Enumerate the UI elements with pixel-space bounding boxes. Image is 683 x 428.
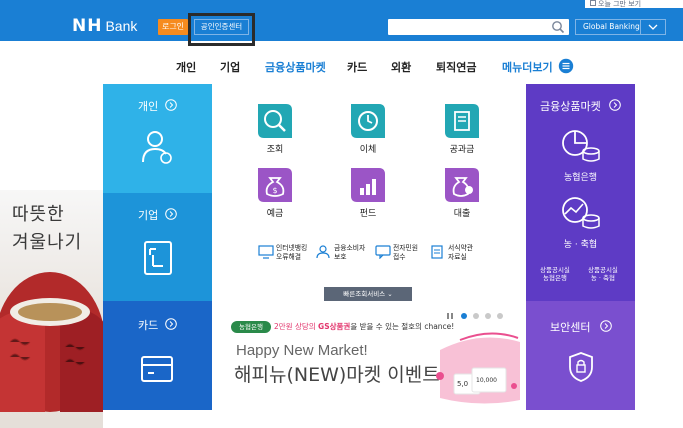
consumer-protection[interactable]: 금융소비자 보호: [334, 244, 365, 262]
promo-line-2: 겨울나기: [12, 232, 83, 253]
nh-bank-badge: 농협은행: [231, 321, 271, 333]
disclosure-line: 농협은행: [542, 274, 567, 282]
logo-bank-text: Bank: [105, 18, 138, 34]
personal-tile-title: 개인: [138, 100, 159, 113]
security-title: 보안센터: [550, 321, 591, 334]
security-center-tile[interactable]: 보안센터: [526, 301, 635, 410]
person-icon: [142, 131, 172, 164]
nav-pension[interactable]: 퇴직연금: [436, 59, 476, 75]
nav-personal[interactable]: 개인: [176, 59, 196, 75]
banner-prefix: 2만원 상당의: [274, 322, 319, 331]
nav-more-menu[interactable]: 메뉴더보기: [502, 59, 553, 75]
disclosure-line: 농 · 축협: [590, 274, 616, 282]
certificate-center-button[interactable]: 공인인증센터: [194, 19, 249, 35]
banner-title-en: Happy New Market!: [236, 342, 368, 359]
fin-market-title: 금융상품마켓: [540, 100, 601, 113]
coffee-cup-illustration: [0, 272, 103, 412]
search-input[interactable]: [388, 19, 569, 35]
quick-inquiry-toggle[interactable]: 빠른조회서비스 ⌄: [324, 287, 412, 301]
disclosure-line: 상품공시실: [588, 266, 618, 274]
corporate-tile-title: 기업: [138, 209, 159, 222]
nonghyup-market-link[interactable]: 농 · 축협: [526, 237, 635, 250]
product-deposit-label[interactable]: 예금: [245, 206, 305, 219]
building-icon: [144, 241, 172, 275]
hamburger-menu-icon[interactable]: [558, 58, 574, 74]
civil-complaint[interactable]: 전자민원 접수: [393, 244, 418, 262]
promo-line-1: 따뜻한: [12, 204, 65, 225]
chevron-down-icon: ⌄: [387, 290, 393, 298]
landscape-coins-icon: [562, 197, 600, 229]
nh-bank-logo[interactable]: NH Bank: [72, 16, 137, 36]
slide-dot[interactable]: [485, 313, 491, 319]
slide-dot[interactable]: [473, 313, 479, 319]
magnifier-icon[interactable]: [256, 102, 294, 140]
disclosure-nh-bank[interactable]: 상품공시실 농협은행: [540, 266, 570, 282]
nav-card[interactable]: 카드: [347, 59, 367, 75]
coin-bag-icon[interactable]: [443, 166, 481, 204]
select-divider: [640, 20, 641, 34]
nh-bank-market-link[interactable]: 농협은행: [526, 170, 635, 183]
card-tile-title: 카드: [138, 319, 159, 332]
logo-nh-text: NH: [72, 16, 103, 36]
sub-item-line: 접수: [393, 253, 406, 261]
sub-item-line: 서식약관: [448, 244, 474, 252]
login-button[interactable]: 로그인: [158, 19, 188, 35]
voucher-small-value: 5,0: [457, 380, 468, 388]
sub-item-line: 오류해결: [276, 253, 302, 261]
users-icon: [316, 245, 330, 259]
banner-highlight: GS상품권: [318, 322, 351, 331]
shield-lock-icon: [569, 352, 593, 382]
internet-banking-help[interactable]: 인터넷뱅킹 오류해결: [276, 244, 307, 262]
arrow-circle-icon: [165, 208, 177, 220]
dont-show-checkbox[interactable]: [590, 0, 596, 6]
disclosure-line: 상품공시실: [540, 266, 570, 274]
arrow-circle-icon: [165, 318, 177, 330]
nav-forex[interactable]: 외환: [391, 59, 411, 75]
product-utility-label[interactable]: 공과금: [432, 142, 492, 155]
slide-dot[interactable]: [461, 313, 467, 319]
chat-bubble-icon: [375, 245, 391, 259]
banner-title-ko: 해피뉴(NEW)마켓 이벤트: [234, 364, 440, 386]
forms-terms[interactable]: 서식약관 자료실: [448, 244, 473, 262]
document-icon: [431, 245, 443, 259]
sub-item-line: 인터넷뱅킹: [276, 244, 308, 252]
quick-inquiry-label: 빠른조회서비스: [343, 290, 386, 298]
sub-item-line: 보호: [334, 253, 347, 261]
pause-icon[interactable]: [446, 312, 454, 320]
product-loan-label[interactable]: 대출: [432, 206, 492, 219]
sub-item-line: 금융소비자: [334, 244, 366, 252]
credit-card-icon: [141, 356, 173, 382]
nav-financial-market[interactable]: 금융상품마켓: [265, 59, 326, 75]
svg-text:$: $: [272, 186, 277, 195]
pie-coins-icon: [562, 130, 600, 162]
arrow-circle-icon: [165, 99, 177, 111]
voucher-big-value: 10,000: [476, 377, 497, 384]
dont-show-label[interactable]: 오늘 그만 보기: [598, 0, 641, 9]
disclosure-nonghyup[interactable]: 상품공시실 농 · 축협: [588, 266, 618, 282]
arrow-circle-icon: [609, 99, 621, 111]
clock-refresh-icon[interactable]: [349, 102, 387, 140]
nav-corporate[interactable]: 기업: [220, 59, 240, 75]
bar-chart-icon[interactable]: [349, 166, 387, 204]
financial-market-tile[interactable]: 금융상품마켓 농협은행 농 · 축협 상품공시실 농협은행 상품공시실 농 · …: [526, 84, 635, 301]
arrow-circle-icon: [600, 320, 612, 332]
sub-item-line: 전자민원: [393, 244, 419, 252]
personal-tile[interactable]: 개인: [103, 84, 212, 193]
monitor-icon: [258, 245, 274, 259]
corporate-tile[interactable]: 기업: [103, 193, 212, 301]
sub-item-line: 자료실: [448, 253, 467, 261]
gift-voucher-illustration: 5,0 10,000: [436, 332, 520, 404]
chevron-down-icon[interactable]: [647, 21, 659, 33]
search-icon[interactable]: [551, 20, 565, 34]
slide-dot[interactable]: [497, 313, 503, 319]
money-bag-icon[interactable]: $: [256, 166, 294, 204]
product-fund-label[interactable]: 펀드: [338, 206, 398, 219]
receipt-icon[interactable]: [443, 102, 481, 140]
card-tile[interactable]: 카드: [103, 301, 212, 410]
product-inquiry-label[interactable]: 조회: [245, 142, 305, 155]
product-transfer-label[interactable]: 이체: [338, 142, 398, 155]
